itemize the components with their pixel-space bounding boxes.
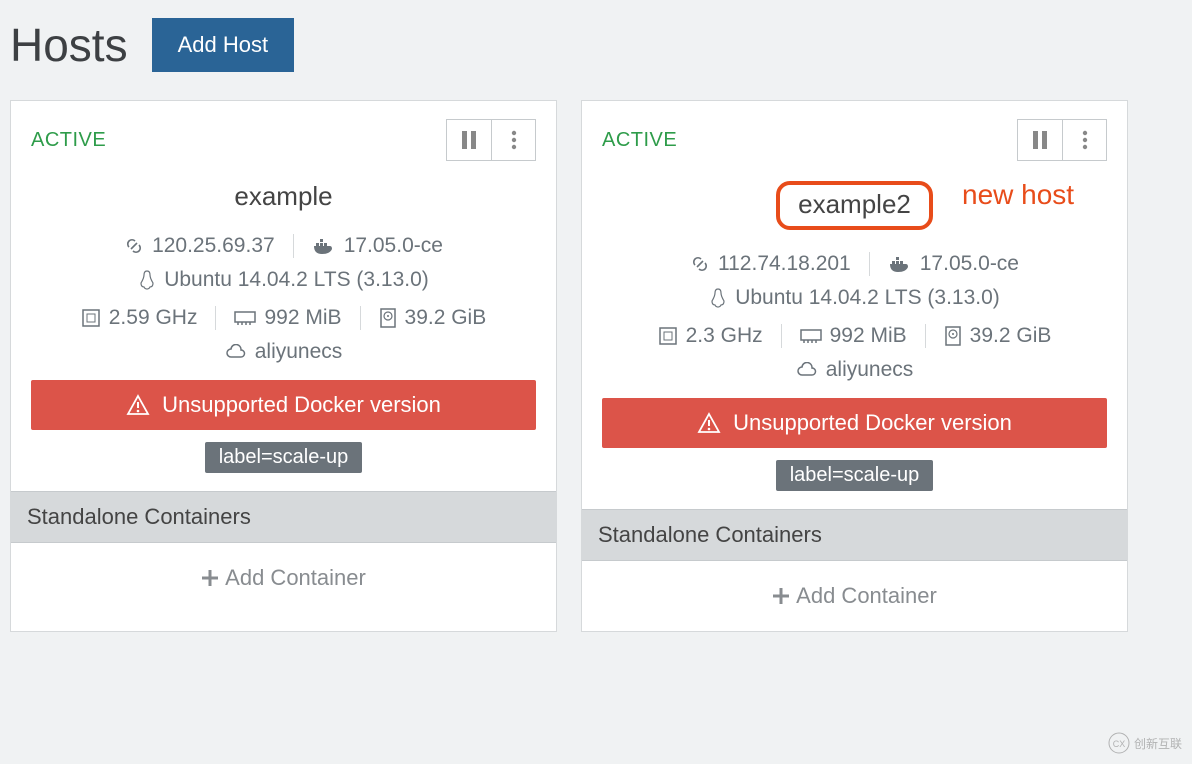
- host-name: example: [11, 167, 556, 230]
- disk-icon: [944, 326, 962, 346]
- card-controls: [446, 119, 536, 161]
- hosts-list: ACTIVE example 120.25.69.37 17.05.0-ce: [0, 100, 1192, 632]
- more-button[interactable]: [491, 120, 535, 160]
- network-row: 120.25.69.37 17.05.0-ce: [11, 230, 556, 262]
- disk-icon: [379, 308, 397, 328]
- page-title: Hosts: [10, 18, 128, 72]
- hw-row: 2.59 GHz 992 MiB 39.2 GiB: [11, 302, 556, 334]
- ip-stat: 120.25.69.37: [106, 234, 293, 258]
- pause-icon: [1032, 131, 1048, 149]
- ram-icon: [800, 328, 822, 344]
- docker-icon: [888, 255, 912, 273]
- warning-banner: Unsupported Docker version: [602, 398, 1107, 448]
- card-controls: [1017, 119, 1107, 161]
- watermark: CX 创新互联: [1108, 732, 1182, 754]
- more-button[interactable]: [1062, 120, 1106, 160]
- warning-banner: Unsupported Docker version: [31, 380, 536, 430]
- pause-icon: [461, 131, 477, 149]
- host-card: new host ACTIVE example2 112.74.18.201 1…: [581, 100, 1128, 632]
- containers-section-header: Standalone Containers: [11, 491, 556, 543]
- provider-stat: aliyunecs: [11, 334, 556, 374]
- status-badge: ACTIVE: [31, 129, 106, 152]
- docker-stat: 17.05.0-ce: [293, 234, 461, 258]
- plus-icon: [772, 587, 790, 605]
- docker-icon: [312, 237, 336, 255]
- watermark-icon: CX: [1108, 732, 1130, 754]
- linux-icon: [709, 288, 727, 308]
- label-chip: label=scale-up: [582, 460, 1127, 491]
- pause-button[interactable]: [1018, 120, 1062, 160]
- cpu-stat: 2.59 GHz: [63, 306, 216, 330]
- cloud-icon: [796, 362, 818, 378]
- cpu-stat: 2.3 GHz: [640, 324, 781, 348]
- host-card: ACTIVE example 120.25.69.37 17.05.0-ce: [10, 100, 557, 632]
- plus-icon: [201, 569, 219, 587]
- status-badge: ACTIVE: [602, 129, 677, 152]
- ram-stat: 992 MiB: [215, 306, 359, 330]
- ram-stat: 992 MiB: [781, 324, 925, 348]
- os-stat: Ubuntu 14.04.2 LTS (3.13.0): [582, 280, 1127, 320]
- warning-icon: [697, 412, 721, 434]
- ip-stat: 112.74.18.201: [672, 252, 869, 276]
- add-host-button[interactable]: Add Host: [152, 18, 295, 72]
- label-chip: label=scale-up: [11, 442, 556, 473]
- linux-icon: [138, 270, 156, 290]
- more-icon: [511, 130, 517, 150]
- os-stat: Ubuntu 14.04.2 LTS (3.13.0): [11, 262, 556, 302]
- disk-stat: 39.2 GiB: [925, 324, 1070, 348]
- containers-section-header: Standalone Containers: [582, 509, 1127, 561]
- more-icon: [1082, 130, 1088, 150]
- pause-button[interactable]: [447, 120, 491, 160]
- cloud-icon: [225, 344, 247, 360]
- page-header: Hosts Add Host: [0, 0, 1192, 100]
- hw-row: 2.3 GHz 992 MiB 39.2 GiB: [582, 320, 1127, 352]
- svg-text:CX: CX: [1113, 739, 1126, 749]
- warning-icon: [126, 394, 150, 416]
- network-row: 112.74.18.201 17.05.0-ce: [582, 248, 1127, 280]
- add-container-button[interactable]: Add Container: [11, 543, 556, 613]
- cpu-icon: [81, 308, 101, 328]
- disk-stat: 39.2 GiB: [360, 306, 505, 330]
- cpu-icon: [658, 326, 678, 346]
- annotation-new-host: new host: [962, 179, 1074, 211]
- link-icon: [124, 236, 144, 256]
- docker-stat: 17.05.0-ce: [869, 252, 1037, 276]
- add-container-button[interactable]: Add Container: [582, 561, 1127, 631]
- link-icon: [690, 254, 710, 274]
- ram-icon: [234, 310, 256, 326]
- provider-stat: aliyunecs: [582, 352, 1127, 392]
